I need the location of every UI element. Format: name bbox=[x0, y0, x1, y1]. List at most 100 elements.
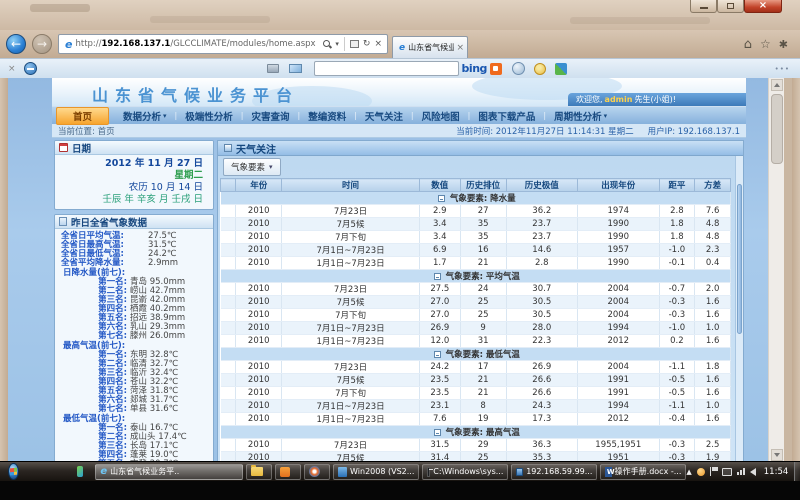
table-group-label: 气象要素: 降水量 bbox=[450, 194, 516, 204]
row-checkbox-cell bbox=[221, 361, 236, 374]
panel-scrollbar[interactable] bbox=[735, 156, 743, 462]
maximize-button[interactable] bbox=[717, 0, 744, 13]
table-cell: 26.6 bbox=[506, 387, 577, 400]
minimize-button[interactable] bbox=[690, 0, 717, 13]
window-frame-left bbox=[0, 78, 8, 462]
table-cell: 7月5候 bbox=[282, 296, 420, 309]
refresh-icon[interactable]: ↻ bbox=[363, 39, 371, 49]
nav-item-8[interactable]: 图表下载产品 bbox=[470, 108, 543, 124]
table-group-row[interactable]: 气象要素: 最低气温 bbox=[221, 348, 731, 361]
show-desktop-button[interactable] bbox=[794, 462, 800, 482]
collapse-icon[interactable] bbox=[434, 429, 441, 436]
nav-item-2[interactable]: 数据分析▾ bbox=[115, 108, 175, 124]
search-provider-icon[interactable] bbox=[490, 63, 502, 75]
browser-back-button[interactable]: ← bbox=[6, 34, 26, 54]
table-group-row[interactable]: 气象要素: 平均气温 bbox=[221, 270, 731, 283]
calendar-panel-header: 日期 bbox=[55, 141, 213, 155]
taskbar-window-button[interactable] bbox=[275, 464, 301, 480]
taskbar-clock[interactable]: 11:54 bbox=[764, 467, 789, 477]
mail-icon[interactable] bbox=[289, 64, 302, 73]
folder-icon bbox=[251, 467, 263, 476]
nav-item-7[interactable]: 风险地图 bbox=[414, 108, 468, 124]
table-cell: 1.8 bbox=[695, 361, 731, 374]
browser-tab[interactable]: e 山东省气候业务平... × bbox=[392, 36, 468, 58]
nav-item-1[interactable]: 首页 bbox=[56, 107, 109, 125]
message-icon[interactable] bbox=[697, 468, 705, 476]
stop-icon[interactable]: × bbox=[374, 39, 382, 49]
bing-logo[interactable]: bing bbox=[462, 62, 487, 75]
search-icon[interactable] bbox=[323, 40, 331, 48]
table-group-label: 气象要素: 平均气温 bbox=[446, 272, 520, 282]
nav-item-6[interactable]: 天气关注 bbox=[357, 108, 411, 124]
favorites-star-icon[interactable]: ☆ bbox=[760, 37, 771, 51]
volume-icon[interactable] bbox=[750, 468, 756, 476]
compatibility-view-icon[interactable] bbox=[350, 40, 359, 48]
taskbar-window-button[interactable]: C:\Windows\sys... bbox=[422, 464, 508, 480]
taskbar-window-button[interactable]: Win2008 (VS2... bbox=[333, 464, 419, 480]
table-cell: 36.2 bbox=[506, 205, 577, 218]
flag-icon[interactable] bbox=[710, 467, 717, 476]
browser-scrollbar[interactable] bbox=[768, 78, 784, 462]
taskbar-window-button[interactable] bbox=[246, 464, 272, 480]
table-cell: 24.2 bbox=[419, 361, 460, 374]
table-group-row[interactable]: 气象要素: 最高气温 bbox=[221, 426, 731, 439]
row-checkbox-cell bbox=[221, 205, 236, 218]
table-cell: 1月1日~7月23日 bbox=[282, 413, 420, 426]
calendar-icon bbox=[59, 143, 68, 152]
table-cell: 1.8 bbox=[659, 231, 695, 244]
windows-logo-icon bbox=[10, 468, 17, 476]
capture-icon[interactable] bbox=[267, 64, 279, 73]
table-group-row[interactable]: 气象要素: 降水量 bbox=[221, 192, 731, 205]
home-icon[interactable]: ⌂ bbox=[744, 37, 752, 52]
toolbar-more-icon[interactable]: ••• bbox=[775, 65, 790, 73]
assistant-icon[interactable] bbox=[534, 63, 546, 75]
network-icon[interactable] bbox=[737, 468, 745, 475]
nav-item-4[interactable]: 灾害查询 bbox=[243, 108, 297, 124]
display-icon[interactable] bbox=[722, 468, 732, 476]
hidden-icons-caret[interactable]: ▲ bbox=[686, 468, 691, 476]
taskbar-window-button[interactable]: 操作手册.docx -... bbox=[600, 464, 686, 480]
quick-launch-icon[interactable] bbox=[77, 466, 84, 477]
filter-toolbar: 气象要素 ▾ bbox=[218, 156, 743, 178]
snapshot-icon[interactable] bbox=[512, 62, 525, 75]
toolbar-search-input[interactable] bbox=[314, 61, 459, 76]
table-cell: 24.3 bbox=[506, 400, 577, 413]
url-text: http://192.168.137.1/GLCCLIMATE/modules/… bbox=[75, 39, 321, 49]
table-cell: 6.9 bbox=[419, 244, 460, 257]
plugin-icon[interactable] bbox=[555, 63, 567, 75]
nav-item-3[interactable]: 极端性分析 bbox=[177, 108, 241, 124]
close-button[interactable]: × bbox=[744, 0, 782, 13]
collapse-icon[interactable] bbox=[438, 195, 445, 202]
table-header-checkbox-cell bbox=[221, 179, 236, 192]
vm-icon bbox=[338, 467, 347, 477]
toolbar-close-icon[interactable]: × bbox=[8, 64, 16, 74]
address-bar[interactable]: e http://192.168.137.1/GLCCLIMATE/module… bbox=[58, 34, 388, 54]
nav-item-9[interactable]: 周期性分析▾ bbox=[546, 108, 615, 124]
status-info: 当前时间: 2012年11月27日 11:14:31 星期二 用户IP: 192… bbox=[456, 125, 740, 137]
table-cell: 17.3 bbox=[506, 413, 577, 426]
table-row: 20101月1日~7月23日1.7212.81990-0.10.4 bbox=[221, 257, 731, 270]
search-dropdown-caret-icon[interactable]: ▾ bbox=[335, 40, 339, 48]
settings-gear-icon[interactable]: ✱ bbox=[779, 38, 788, 51]
table-cell: 36.3 bbox=[506, 439, 577, 452]
taskbar-window-button[interactable] bbox=[304, 464, 330, 480]
toolbar-emblem-icon[interactable] bbox=[24, 62, 37, 75]
browser-scrollbar-thumb[interactable] bbox=[771, 94, 783, 164]
scroll-up-button[interactable] bbox=[771, 79, 783, 91]
taskbar-window-button[interactable]: e山东省气候业务平.. bbox=[95, 464, 243, 480]
table-row: 20107月下旬27.02530.52004-0.31.6 bbox=[221, 309, 731, 322]
start-button[interactable] bbox=[8, 463, 19, 480]
tab-close-icon[interactable]: × bbox=[456, 43, 464, 53]
nav-item-5[interactable]: 整编资料 bbox=[300, 108, 354, 124]
nav-item-label: 首页 bbox=[73, 109, 92, 123]
scroll-down-button[interactable] bbox=[771, 449, 783, 461]
element-filter-button[interactable]: 气象要素 ▾ bbox=[223, 158, 281, 176]
panel-scrollbar-thumb[interactable] bbox=[737, 184, 742, 334]
collapse-icon[interactable] bbox=[434, 351, 441, 358]
weather-stat-value: 2.9mm bbox=[148, 258, 178, 268]
collapse-icon[interactable] bbox=[434, 273, 441, 280]
welcome-username: admin bbox=[605, 95, 633, 104]
taskbar-window-button[interactable]: 192.168.59.99... bbox=[511, 464, 597, 480]
table-row: 20107月23日24.21726.92004-1.11.8 bbox=[221, 361, 731, 374]
browser-forward-button[interactable]: → bbox=[32, 34, 52, 54]
